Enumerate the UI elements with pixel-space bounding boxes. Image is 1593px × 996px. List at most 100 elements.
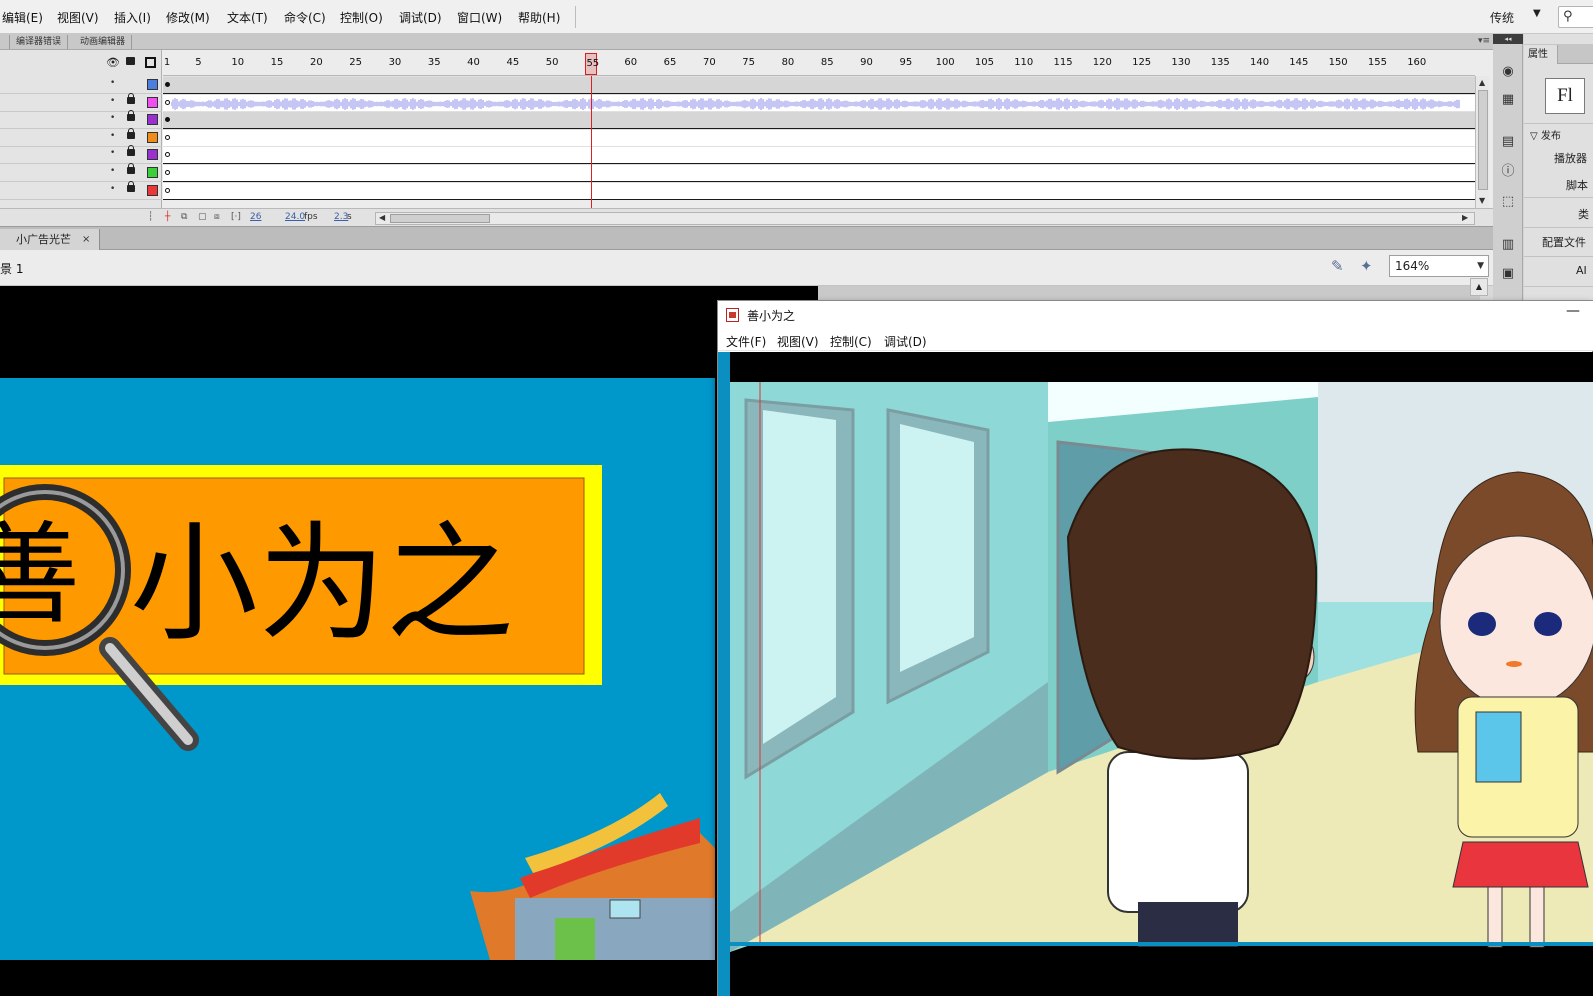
layer-outline-color-swatch[interactable] [147, 184, 158, 196]
frame-row[interactable] [163, 146, 1475, 165]
keyframe-marker[interactable] [165, 152, 170, 158]
align-icon[interactable]: ▤ [1500, 134, 1516, 150]
onion-skin-icon[interactable]: ⧉ [181, 212, 187, 222]
title-card-artwork[interactable]: 小为之 善 [0, 378, 715, 960]
eye-icon[interactable]: 👁 [106, 56, 120, 69]
timeline-vertical-scrollbar[interactable]: ▲ ▼ [1475, 76, 1489, 208]
player-menu-control[interactable]: 控制(C) [830, 333, 872, 350]
edit-scene-icon[interactable]: ✎ [1331, 257, 1344, 275]
chevron-down-icon[interactable]: ▼ [1533, 8, 1541, 19]
keyframe-marker[interactable] [165, 170, 170, 175]
player-menu-file[interactable]: 文件(F) [726, 333, 766, 350]
frame-row[interactable] [163, 164, 1475, 182]
components-icon[interactable]: ▣ [1500, 266, 1516, 282]
layer-outline-color-swatch[interactable] [147, 167, 158, 178]
frame-row[interactable] [163, 128, 1475, 147]
current-frame-value[interactable]: 26 [250, 212, 261, 222]
scroll-right-arrow-icon[interactable]: ▶ [1462, 213, 1468, 222]
menu-view[interactable]: 视图(V) [57, 9, 99, 26]
scroll-down-arrow-icon[interactable]: ▼ [1479, 196, 1485, 205]
tab-timeline-stub[interactable] [0, 35, 10, 49]
menu-commands[interactable]: 命令(C) [284, 9, 326, 26]
menu-control[interactable]: 控制(O) [340, 9, 383, 26]
tab-motion-editor[interactable]: 动画编辑器 [74, 35, 133, 49]
scene-breadcrumb[interactable]: 景 1 [0, 260, 23, 277]
menu-text[interactable]: 文本(T) [227, 9, 268, 26]
menu-modify[interactable]: 修改(M) [166, 9, 210, 26]
menu-window[interactable]: 窗口(W) [457, 9, 502, 26]
layer-row[interactable]: • [0, 145, 162, 165]
lock-icon[interactable] [127, 127, 135, 139]
minimize-button[interactable]: — [1566, 303, 1580, 319]
scroll-left-arrow-icon[interactable]: ◀ [379, 213, 385, 222]
visibility-dot-icon[interactable]: • [110, 113, 115, 123]
layer-row[interactable]: • [0, 76, 162, 94]
close-icon[interactable]: × [82, 229, 90, 250]
layer-row[interactable]: • [0, 127, 162, 147]
info-icon[interactable]: ⓘ [1500, 164, 1516, 180]
frame-row[interactable] [163, 181, 1475, 200]
layer-row[interactable]: • [0, 163, 162, 182]
visibility-dot-icon[interactable]: • [110, 131, 115, 141]
scroll-thumb[interactable] [390, 214, 490, 223]
visibility-dot-icon[interactable]: • [110, 78, 115, 88]
playhead-center-icon[interactable]: ┼ [165, 212, 170, 222]
stage[interactable]: 小为之 善 [0, 286, 818, 996]
layer-outline-color-swatch[interactable] [147, 114, 158, 126]
keyframe-marker[interactable] [165, 117, 170, 123]
visibility-dot-icon[interactable]: • [110, 96, 115, 106]
frame-row[interactable] [163, 111, 1475, 130]
player-title-bar[interactable]: 善小为之 — [718, 301, 1593, 329]
lock-icon[interactable] [127, 145, 135, 157]
keyframe-marker[interactable] [165, 82, 170, 87]
layer-outline-color-swatch[interactable] [147, 96, 158, 108]
visibility-dot-icon[interactable]: • [110, 184, 115, 194]
menu-help[interactable]: 帮助(H) [518, 9, 560, 26]
help-search-input[interactable]: ⚲ [1558, 6, 1593, 28]
outline-icon[interactable] [145, 57, 156, 68]
edit-multiple-frames-icon[interactable]: ⧈ [214, 212, 220, 222]
timeline-horizontal-scrollbar[interactable]: ◀ ▶ [375, 212, 1475, 225]
layer-row[interactable]: • [0, 92, 162, 112]
layer-outline-color-swatch[interactable] [147, 131, 158, 143]
frame-row[interactable] [163, 76, 1475, 94]
profile-label[interactable]: 配置文件 [1542, 234, 1586, 250]
tab-compiler-errors[interactable]: 编译器错误 [10, 35, 69, 49]
player-stage[interactable] [718, 352, 1593, 996]
frame-ruler[interactable]: 1 5 10 15 20 25 30 35 40 45 50 60 65 70 75 80 85 90 95 100 1… [163, 50, 1475, 76]
lock-icon[interactable] [127, 163, 135, 174]
keyframe-marker[interactable] [165, 134, 170, 140]
edit-symbols-icon[interactable]: ✦ [1360, 257, 1373, 275]
lock-icon[interactable] [127, 180, 135, 192]
lock-icon[interactable] [127, 110, 135, 122]
onion-outline-icon[interactable]: ▢ [198, 212, 207, 222]
layer-outline-color-swatch[interactable] [147, 149, 158, 161]
workspace-switcher[interactable]: 传统 [1490, 9, 1514, 26]
playhead[interactable]: 55 [585, 53, 599, 75]
keyframe-marker[interactable] [165, 187, 170, 193]
library-icon[interactable]: ▥ [1500, 237, 1516, 253]
flash-player-window[interactable]: 善小为之 — 文件(F) 视图(V) 控制(C) 调试(D) [717, 300, 1593, 996]
center-frame-icon[interactable]: ┆ [148, 212, 153, 222]
frame-grid[interactable] [163, 76, 1475, 208]
transform-icon[interactable]: ⬚ [1500, 194, 1516, 210]
modify-markers-icon[interactable]: [·] [231, 212, 241, 222]
collapse-icon[interactable]: ◂◂ [1493, 34, 1523, 44]
zoom-select[interactable]: 164% ▼ [1389, 255, 1489, 277]
player-menu-debug[interactable]: 调试(D) [884, 333, 927, 350]
scroll-thumb[interactable] [1478, 90, 1488, 190]
swatches-icon[interactable]: ▦ [1500, 92, 1516, 108]
visibility-dot-icon[interactable]: • [110, 148, 115, 158]
section-publish[interactable]: ▽ 发布 [1530, 127, 1561, 142]
menu-edit[interactable]: 编辑(E) [2, 9, 43, 26]
menu-debug[interactable]: 调试(D) [399, 9, 442, 26]
stage-scroll-up-arrow-icon[interactable]: ▲ [1470, 278, 1488, 296]
lock-icon[interactable] [127, 92, 135, 104]
panel-menu-icon[interactable]: ▾≡ [1478, 36, 1490, 46]
frame-row[interactable] [163, 93, 1475, 112]
frame-rate-value[interactable]: 24.0 [285, 212, 305, 222]
player-menu-view[interactable]: 视图(V) [777, 333, 819, 350]
tab-properties[interactable]: 属性 [1524, 45, 1558, 64]
layer-row[interactable]: • [0, 180, 162, 200]
palette-icon[interactable]: ◉ [1500, 64, 1516, 80]
